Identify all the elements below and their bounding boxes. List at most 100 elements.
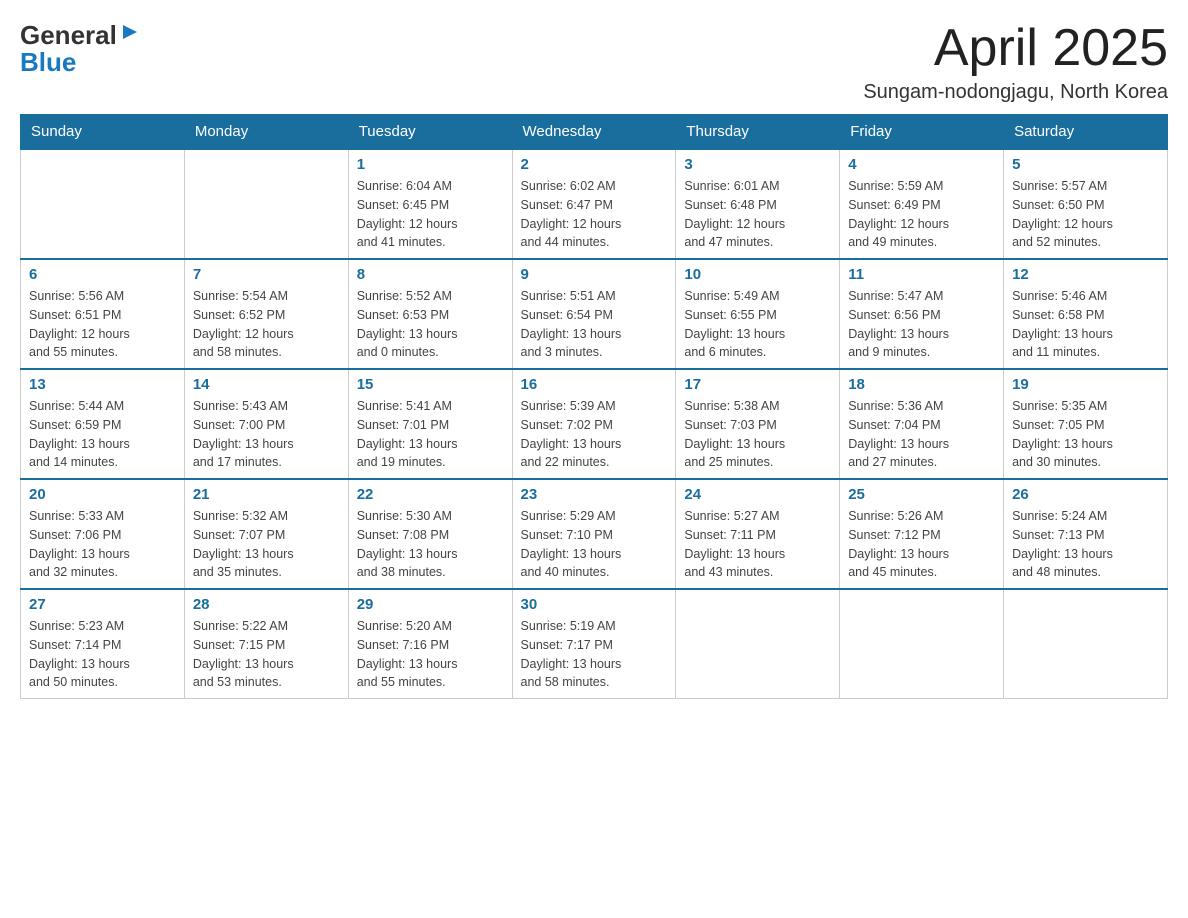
day-info: Sunrise: 5:33 AMSunset: 7:06 PMDaylight:…	[29, 507, 176, 582]
day-cell: 11Sunrise: 5:47 AMSunset: 6:56 PMDayligh…	[840, 259, 1004, 369]
day-number: 12	[1012, 266, 1159, 283]
day-number: 1	[357, 156, 504, 173]
day-number: 26	[1012, 486, 1159, 503]
day-cell: 17 Sunrise: 5:38 AMSunset: 7:03 PMDayligh…	[676, 369, 840, 479]
week-row-2: 6 Sunrise: 5:56 AMSunset: 6:51 PMDaylight…	[21, 259, 1168, 369]
day-cell: 6 Sunrise: 5:56 AMSunset: 6:51 PMDaylight…	[21, 259, 185, 369]
day-cell: 1Sunrise: 6:04 AMSunset: 6:45 PMDaylight…	[348, 149, 512, 259]
day-cell: 12 Sunrise: 5:46 AMSunset: 6:58 PMDayligh…	[1004, 259, 1168, 369]
day-cell: 30Sunrise: 5:19 AMSunset: 7:17 PMDayligh…	[512, 589, 676, 699]
day-number: 15	[357, 376, 504, 393]
day-number: 6	[29, 266, 176, 283]
day-number: 30	[521, 596, 668, 613]
day-info: Sunrise: 5:27 AMSunset: 7:11 PMDaylight:…	[684, 507, 831, 582]
day-info: Sunrise: 5:52 AMSunset: 6:53 PMDaylight:…	[357, 287, 504, 362]
day-number: 23	[521, 486, 668, 503]
col-header-monday: Monday	[184, 115, 348, 150]
day-info: Sunrise: 5:44 AMSunset: 6:59 PMDaylight:…	[29, 397, 176, 472]
day-cell: 22Sunrise: 5:30 AMSunset: 7:08 PMDayligh…	[348, 479, 512, 589]
day-number: 9	[521, 266, 668, 283]
day-cell: 4Sunrise: 5:59 AMSunset: 6:49 PMDaylight…	[840, 149, 1004, 259]
day-cell	[1004, 589, 1168, 699]
col-header-friday: Friday	[840, 115, 1004, 150]
day-info: Sunrise: 5:56 AMSunset: 6:51 PMDaylight:…	[29, 287, 176, 362]
day-cell: 18 Sunrise: 5:36 AMSunset: 7:04 PMDayligh…	[840, 369, 1004, 479]
day-info: Sunrise: 5:35 AMSunset: 7:05 PMDaylight:…	[1012, 397, 1159, 472]
day-cell: 19 Sunrise: 5:35 AMSunset: 7:05 PMDayligh…	[1004, 369, 1168, 479]
day-cell: 27 Sunrise: 5:23 AMSunset: 7:14 PMDayligh…	[21, 589, 185, 699]
day-info: Sunrise: 5:49 AMSunset: 6:55 PMDaylight:…	[684, 287, 831, 362]
day-cell	[184, 149, 348, 259]
day-cell: 26 Sunrise: 5:24 AMSunset: 7:13 PMDayligh…	[1004, 479, 1168, 589]
day-cell: 16 Sunrise: 5:39 AMSunset: 7:02 PMDayligh…	[512, 369, 676, 479]
col-header-tuesday: Tuesday	[348, 115, 512, 150]
page-header: General Blue April 2025 Sungam-nodongjag…	[20, 20, 1168, 104]
day-number: 28	[193, 596, 340, 613]
calendar-table: SundayMondayTuesdayWednesdayThursdayFrid…	[20, 114, 1168, 699]
day-cell: 14 Sunrise: 5:43 AMSunset: 7:00 PMDayligh…	[184, 369, 348, 479]
day-cell	[840, 589, 1004, 699]
day-number: 8	[357, 266, 504, 283]
day-info: Sunrise: 5:22 AMSunset: 7:15 PMDaylight:…	[193, 617, 340, 692]
day-cell: 2 Sunrise: 6:02 AMSunset: 6:47 PMDaylight…	[512, 149, 676, 259]
day-number: 3	[684, 156, 831, 173]
day-cell: 23 Sunrise: 5:29 AMSunset: 7:10 PMDayligh…	[512, 479, 676, 589]
day-cell: 28 Sunrise: 5:22 AMSunset: 7:15 PMDayligh…	[184, 589, 348, 699]
day-number: 4	[848, 156, 995, 173]
day-number: 29	[357, 596, 504, 613]
day-info: Sunrise: 5:38 AMSunset: 7:03 PMDaylight:…	[684, 397, 831, 472]
day-number: 17	[684, 376, 831, 393]
day-cell: 3Sunrise: 6:01 AMSunset: 6:48 PMDaylight…	[676, 149, 840, 259]
day-info: Sunrise: 5:24 AMSunset: 7:13 PMDaylight:…	[1012, 507, 1159, 582]
day-cell: 8 Sunrise: 5:52 AMSunset: 6:53 PMDaylight…	[348, 259, 512, 369]
day-info: Sunrise: 5:51 AMSunset: 6:54 PMDaylight:…	[521, 287, 668, 362]
day-info: Sunrise: 5:36 AMSunset: 7:04 PMDaylight:…	[848, 397, 995, 472]
day-cell	[676, 589, 840, 699]
day-number: 25	[848, 486, 995, 503]
month-title: April 2025	[863, 20, 1168, 77]
day-number: 5	[1012, 156, 1159, 173]
day-number: 24	[684, 486, 831, 503]
logo-blue-text: Blue	[20, 47, 76, 78]
day-info: Sunrise: 5:46 AMSunset: 6:58 PMDaylight:…	[1012, 287, 1159, 362]
day-info: Sunrise: 5:39 AMSunset: 7:02 PMDaylight:…	[521, 397, 668, 472]
day-info: Sunrise: 5:54 AMSunset: 6:52 PMDaylight:…	[193, 287, 340, 362]
day-info: Sunrise: 5:26 AMSunset: 7:12 PMDaylight:…	[848, 507, 995, 582]
day-cell: 25 Sunrise: 5:26 AMSunset: 7:12 PMDayligh…	[840, 479, 1004, 589]
day-cell	[21, 149, 185, 259]
day-cell: 24 Sunrise: 5:27 AMSunset: 7:11 PMDayligh…	[676, 479, 840, 589]
day-number: 27	[29, 596, 176, 613]
day-number: 19	[1012, 376, 1159, 393]
col-header-thursday: Thursday	[676, 115, 840, 150]
day-number: 14	[193, 376, 340, 393]
day-cell: 10 Sunrise: 5:49 AMSunset: 6:55 PMDayligh…	[676, 259, 840, 369]
day-info: Sunrise: 5:57 AMSunset: 6:50 PMDaylight:…	[1012, 177, 1159, 252]
day-number: 10	[684, 266, 831, 283]
day-cell: 7 Sunrise: 5:54 AMSunset: 6:52 PMDaylight…	[184, 259, 348, 369]
day-info: Sunrise: 5:29 AMSunset: 7:10 PMDaylight:…	[521, 507, 668, 582]
title-section: April 2025 Sungam-nodongjagu, North Kore…	[863, 20, 1168, 104]
day-info: Sunrise: 6:02 AMSunset: 6:47 PMDaylight:…	[521, 177, 668, 252]
day-info: Sunrise: 5:23 AMSunset: 7:14 PMDaylight:…	[29, 617, 176, 692]
location-text: Sungam-nodongjagu, North Korea	[863, 81, 1168, 104]
col-header-wednesday: Wednesday	[512, 115, 676, 150]
day-info: Sunrise: 5:43 AMSunset: 7:00 PMDaylight:…	[193, 397, 340, 472]
week-row-5: 27 Sunrise: 5:23 AMSunset: 7:14 PMDayligh…	[21, 589, 1168, 699]
calendar-header-row: SundayMondayTuesdayWednesdayThursdayFrid…	[21, 115, 1168, 150]
day-number: 21	[193, 486, 340, 503]
day-cell: 5 Sunrise: 5:57 AMSunset: 6:50 PMDaylight…	[1004, 149, 1168, 259]
week-row-4: 20Sunrise: 5:33 AMSunset: 7:06 PMDayligh…	[21, 479, 1168, 589]
day-number: 11	[848, 266, 995, 283]
day-cell: 21Sunrise: 5:32 AMSunset: 7:07 PMDayligh…	[184, 479, 348, 589]
day-number: 18	[848, 376, 995, 393]
day-number: 7	[193, 266, 340, 283]
day-info: Sunrise: 5:41 AMSunset: 7:01 PMDaylight:…	[357, 397, 504, 472]
day-number: 2	[521, 156, 668, 173]
day-cell: 9 Sunrise: 5:51 AMSunset: 6:54 PMDaylight…	[512, 259, 676, 369]
day-cell: 20Sunrise: 5:33 AMSunset: 7:06 PMDayligh…	[21, 479, 185, 589]
day-info: Sunrise: 5:30 AMSunset: 7:08 PMDaylight:…	[357, 507, 504, 582]
day-info: Sunrise: 5:20 AMSunset: 7:16 PMDaylight:…	[357, 617, 504, 692]
col-header-saturday: Saturday	[1004, 115, 1168, 150]
col-header-sunday: Sunday	[21, 115, 185, 150]
day-number: 16	[521, 376, 668, 393]
